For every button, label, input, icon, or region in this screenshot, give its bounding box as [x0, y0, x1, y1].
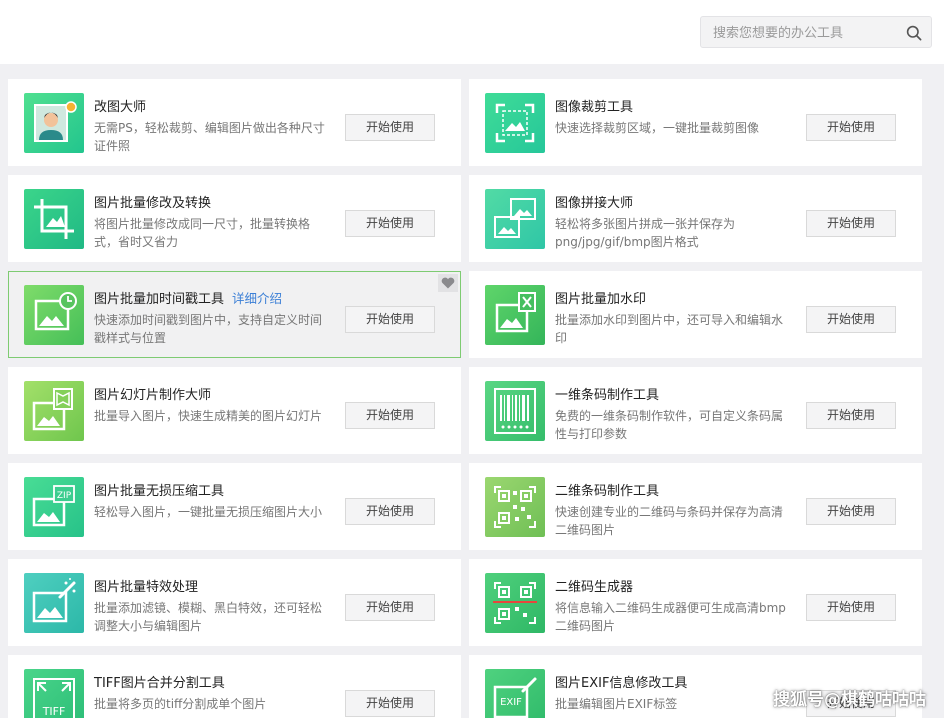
tool-description: 轻松导入图片，一键批量无损压缩图片大小: [94, 505, 323, 519]
tool-description: 将图片批量修改成同一尺寸，批量转换格式，省时又省力: [94, 217, 311, 249]
start-button[interactable]: 开始使用: [345, 402, 435, 429]
start-button[interactable]: 开始使用: [806, 498, 896, 525]
start-button[interactable]: 开始使用: [806, 402, 896, 429]
tool-title: 一维条码制作工具: [555, 388, 660, 403]
search-icon[interactable]: [903, 22, 925, 44]
tool-title: 图像拼接大师: [555, 196, 634, 211]
watermark-text: 搜狐号@棋鹤咕咕咕: [773, 690, 926, 710]
tool-grid: 改图大师 无需PS，轻松裁剪、编辑图片做出各种尺寸证件照 开始使用 图像裁剪工具…: [8, 79, 922, 718]
start-button[interactable]: 开始使用: [345, 498, 435, 525]
tool-description: 批量导入图片，快速生成精美的图片幻灯片: [94, 409, 323, 423]
tool-description: 快速创建专业的二维码与条码并保存为高清二维码图片: [555, 505, 784, 537]
search-input[interactable]: [713, 23, 893, 43]
qr-barcode-icon: [485, 477, 545, 537]
svg-text:ZIP: ZIP: [57, 491, 72, 501]
tool-description: 批量添加水印到图片中，还可导入和编辑水印: [555, 313, 784, 345]
start-button[interactable]: 开始使用: [345, 306, 435, 333]
crop-tool-icon: [24, 189, 84, 249]
zip-image-icon: ZIP: [24, 477, 84, 537]
tool-description: 快速添加时间戳到图片中，支持自定义时间戳样式与位置: [94, 313, 323, 345]
start-button[interactable]: 开始使用: [345, 210, 435, 237]
tiff-icon: TIFF: [24, 669, 84, 718]
tool-title: 二维码生成器: [555, 580, 634, 595]
tool-title: 二维条码制作工具: [555, 484, 660, 499]
tool-card[interactable]: 二维码生成器 将信息输入二维码生成器便可生成高清bmp二维码图片 开始使用: [469, 559, 922, 646]
portrait-icon: [24, 93, 84, 153]
tool-card-selected[interactable]: 图片批量加时间戳工具 详细介绍 快速添加时间戳到图片中，支持自定义时间戳样式与位置…: [8, 271, 461, 358]
tool-card[interactable]: 图片批量修改及转换 将图片批量修改成同一尺寸，批量转换格式，省时又省力 开始使用: [8, 175, 461, 262]
tool-title: 图像裁剪工具: [555, 100, 634, 115]
tool-card[interactable]: TIFF TIFF图片合并分割工具 批量将多页的tiff分割成单个图片 开始使用: [8, 655, 461, 718]
tool-title: TIFF图片合并分割工具: [94, 676, 225, 691]
search-box[interactable]: [700, 16, 932, 48]
tool-card[interactable]: 图像裁剪工具 快速选择裁剪区域，一键批量裁剪图像 开始使用: [469, 79, 922, 166]
tool-card[interactable]: 图片幻灯片制作大师 批量导入图片，快速生成精美的图片幻灯片 开始使用: [8, 367, 461, 454]
tool-card[interactable]: ZIP 图片批量无损压缩工具 轻松导入图片，一键批量无损压缩图片大小 开始使用: [8, 463, 461, 550]
tool-card[interactable]: 图像拼接大师 轻松将多张图片拼成一张并保存为png/jpg/gif/bmp图片格…: [469, 175, 922, 262]
start-button[interactable]: 开始使用: [806, 114, 896, 141]
slideshow-icon: [24, 381, 84, 441]
tool-card[interactable]: 一维条码制作工具 免费的一维条码制作软件，可自定义条码属性与打印参数 开始使用: [469, 367, 922, 454]
tool-title: 图片批量修改及转换: [94, 196, 212, 211]
image-stack-icon: [485, 189, 545, 249]
tool-title: 图片批量加水印: [555, 292, 647, 307]
tool-title: 改图大师: [94, 100, 147, 115]
svg-text:EXIF: EXIF: [500, 697, 522, 708]
tool-card[interactable]: 改图大师 无需PS，轻松裁剪、编辑图片做出各种尺寸证件照 开始使用: [8, 79, 461, 166]
start-button[interactable]: 开始使用: [806, 210, 896, 237]
barcode-icon: [485, 381, 545, 441]
tool-title: 图片幻灯片制作大师: [94, 388, 212, 403]
watermark-image-icon: [485, 285, 545, 345]
crop-frame-icon: [485, 93, 545, 153]
clock-image-icon: [24, 285, 84, 345]
tool-title: 图片批量特效处理: [94, 580, 199, 595]
start-button[interactable]: 开始使用: [806, 306, 896, 333]
tool-title: 图片批量加时间戳工具 详细介绍: [94, 288, 282, 307]
tool-title-text: 图片批量加时间戳工具: [94, 292, 225, 307]
start-button[interactable]: 开始使用: [345, 114, 435, 141]
tool-card[interactable]: 图片批量加水印 批量添加水印到图片中，还可导入和编辑水印 开始使用: [469, 271, 922, 358]
tool-description: 批量编辑图片EXIF标签: [555, 697, 678, 711]
tool-card[interactable]: 二维条码制作工具 快速创建专业的二维码与条码并保存为高清二维码图片 开始使用: [469, 463, 922, 550]
svg-text:TIFF: TIFF: [42, 705, 66, 718]
tool-description: 轻松将多张图片拼成一张并保存为png/jpg/gif/bmp图片格式: [555, 217, 736, 249]
qr-generator-icon: [485, 573, 545, 633]
favorite-heart-icon[interactable]: [438, 274, 458, 292]
top-bar: [0, 0, 944, 64]
details-link[interactable]: 详细介绍: [232, 291, 282, 306]
start-button[interactable]: 开始使用: [345, 690, 435, 717]
tool-title: 图片批量无损压缩工具: [94, 484, 225, 499]
tool-description: 免费的一维条码制作软件，可自定义条码属性与打印参数: [555, 409, 784, 441]
tool-title: 图片EXIF信息修改工具: [555, 676, 688, 691]
tool-card[interactable]: 图片批量特效处理 批量添加滤镜、模糊、黑白特效，还可轻松调整大小与编辑图片 开始…: [8, 559, 461, 646]
exif-icon: EXIF: [485, 669, 545, 718]
start-button[interactable]: 开始使用: [345, 594, 435, 621]
tool-description: 批量添加滤镜、模糊、黑白特效，还可轻松调整大小与编辑图片: [94, 601, 323, 633]
tool-description: 快速选择裁剪区域，一键批量裁剪图像: [555, 121, 760, 135]
tool-description: 无需PS，轻松裁剪、编辑图片做出各种尺寸证件照: [94, 121, 325, 153]
tool-description: 将信息输入二维码生成器便可生成高清bmp二维码图片: [555, 601, 786, 633]
tool-description: 批量将多页的tiff分割成单个图片: [94, 697, 267, 711]
start-button[interactable]: 开始使用: [806, 594, 896, 621]
magic-image-icon: [24, 573, 84, 633]
